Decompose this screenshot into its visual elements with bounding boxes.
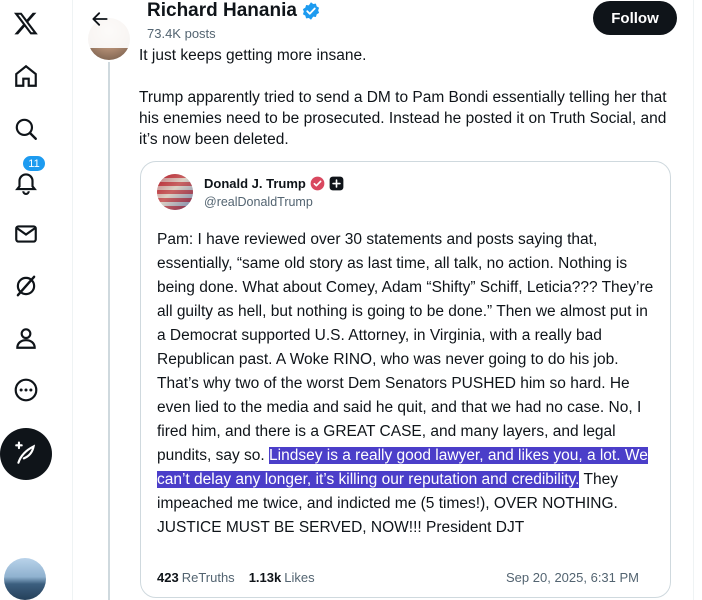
more-icon: [14, 378, 38, 402]
tweet-paragraph: It just keeps getting more insane.: [139, 47, 367, 64]
nav-explore[interactable]: [5, 108, 47, 150]
posts-count: 73.4K posts: [147, 26, 216, 41]
home-icon: [15, 64, 37, 87]
quoted-post-card[interactable]: Donald J. Trump @realDonaldTrump Pam: I …: [140, 161, 671, 598]
verified-badge-icon: [310, 176, 325, 191]
profile-name: Richard Hanania: [147, 0, 321, 22]
quoted-author-name-text: Donald J. Trump: [204, 176, 306, 191]
tweet-paragraph: Trump apparently tried to send a DM to P…: [139, 89, 667, 148]
back-arrow-icon: [92, 12, 108, 26]
compose-post-button[interactable]: [0, 428, 52, 480]
search-icon: [15, 118, 37, 140]
profile-header: Richard Hanania 73.4K posts Follow: [73, 0, 693, 48]
nav-notifications[interactable]: 11: [5, 155, 47, 203]
follow-button[interactable]: Follow: [593, 1, 677, 35]
notifications-badge: 11: [22, 155, 46, 172]
retruths-label[interactable]: ReTruths: [182, 570, 235, 585]
grok-icon: [16, 275, 36, 297]
quoted-author-avatar[interactable]: [157, 174, 193, 210]
nav-more[interactable]: [5, 369, 47, 411]
quoted-post-text: Pam: I have reviewed over 30 statements …: [157, 228, 657, 540]
notifications-icon: [15, 173, 37, 195]
plus-badge-icon: [329, 176, 344, 191]
profile-icon: [16, 328, 36, 349]
quoted-post-timestamp[interactable]: Sep 20, 2025, 6:31 PM: [506, 570, 639, 585]
likes-label[interactable]: Likes: [284, 570, 314, 585]
left-nav: 11: [0, 0, 52, 600]
nav-grok[interactable]: [5, 265, 47, 307]
likes-count: 1.13k: [248, 570, 282, 585]
quoted-author-handle: @realDonaldTrump: [204, 195, 313, 209]
column-divider: [72, 0, 73, 600]
verified-icon: [302, 2, 320, 20]
tweet-text: It just keeps getting more insane. Trump…: [139, 45, 669, 171]
profile-name-text: Richard Hanania: [147, 0, 297, 21]
nav-home[interactable]: [5, 55, 47, 97]
account-avatar[interactable]: [4, 558, 46, 600]
compose-icon: [15, 441, 36, 464]
messages-icon: [15, 225, 37, 243]
nav-messages[interactable]: [5, 213, 47, 255]
nav-profile[interactable]: [5, 317, 47, 359]
x-logo-icon: [13, 12, 38, 35]
x-logo-button[interactable]: [5, 2, 47, 44]
quoted-text-part: Pam: I have reviewed over 30 statements …: [157, 231, 654, 464]
column-divider: [693, 0, 694, 600]
back-button[interactable]: [83, 2, 117, 36]
thread-line: [108, 62, 110, 600]
retruths-count: 423: [157, 570, 179, 585]
quoted-post-stats: 423 ReTruths 1.13k Likes Sep 20, 2025, 6…: [157, 570, 639, 585]
quoted-author-name[interactable]: Donald J. Trump: [204, 176, 344, 191]
